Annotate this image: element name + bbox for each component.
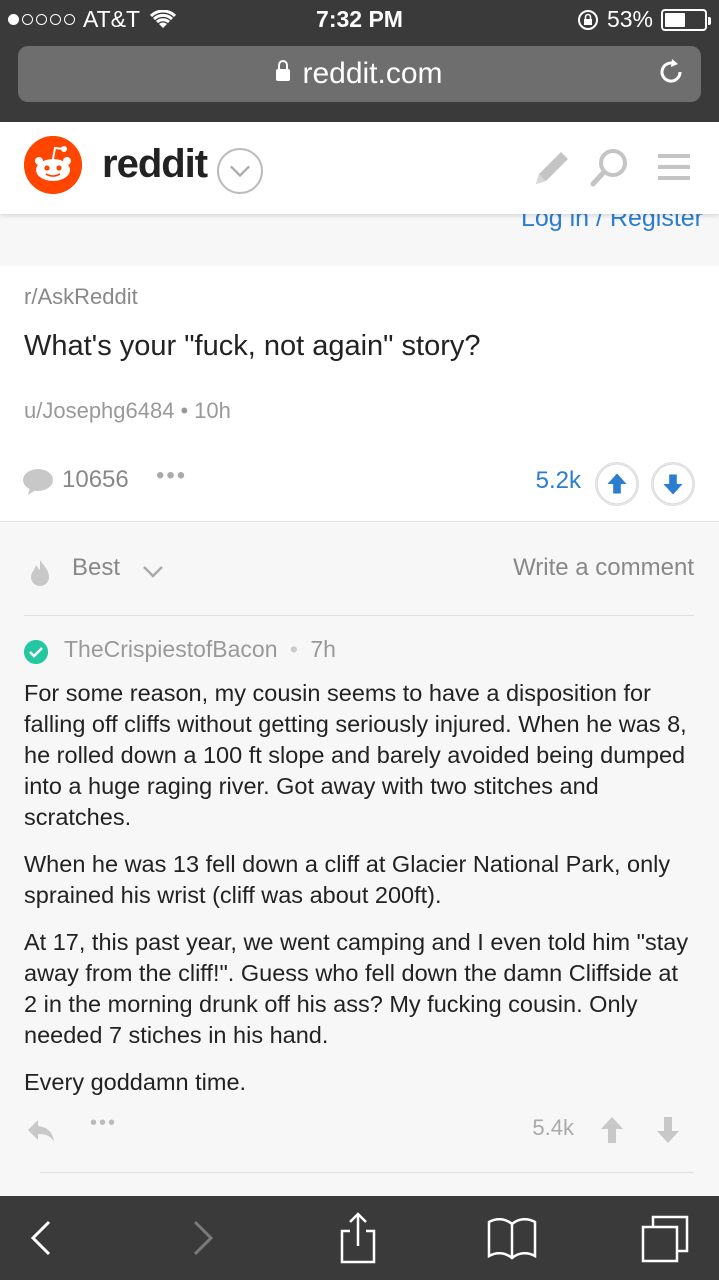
login-strip: Log in / Register xyxy=(0,214,719,266)
comment-actions: ••• 5.4k xyxy=(24,1112,694,1152)
upvote-icon[interactable] xyxy=(598,1114,626,1146)
subreddit-link[interactable]: r/AskReddit xyxy=(24,284,138,310)
post-age: 10h xyxy=(194,398,231,423)
comment-age: 7h xyxy=(310,636,336,662)
search-icon[interactable] xyxy=(588,146,632,190)
comment-divider xyxy=(40,1172,694,1173)
battery-percent: 53% xyxy=(606,6,653,32)
bookmarks-icon[interactable] xyxy=(486,1212,538,1264)
battery-fill xyxy=(665,12,686,27)
comment: TheCrispiestofBacon • 7h For some reason… xyxy=(24,634,694,1143)
comment-author[interactable]: TheCrispiestofBacon xyxy=(64,636,278,662)
login-register-link[interactable]: Log in / Register xyxy=(521,214,703,233)
post-score: 5.2k xyxy=(535,467,581,494)
post-meta: u/Josephg6484 • 10h xyxy=(24,398,231,424)
comment-author-line: TheCrispiestofBacon • 7h xyxy=(64,636,336,663)
downvote-icon[interactable] xyxy=(651,462,695,506)
meta-separator: • xyxy=(289,636,298,662)
sort-bar: Best Write a comment xyxy=(24,542,694,616)
sort-dropdown[interactable]: Best xyxy=(72,554,120,582)
write-comment-button[interactable]: Write a comment xyxy=(513,554,694,582)
pencil-icon[interactable] xyxy=(530,146,574,190)
comment-paragraph: At 17, this past year, we went camping a… xyxy=(24,929,689,1048)
forward-icon[interactable] xyxy=(176,1212,228,1264)
brand-wordmark[interactable]: reddit xyxy=(102,142,208,187)
downvote-icon[interactable] xyxy=(654,1114,682,1146)
post-title[interactable]: What's your "fuck, not again" story? xyxy=(24,330,481,363)
snoo-logo-icon[interactable] xyxy=(24,136,82,194)
reload-icon[interactable] xyxy=(655,56,687,88)
post-more-button[interactable]: ••• xyxy=(156,462,187,490)
post-author[interactable]: u/Josephg6484 xyxy=(24,398,174,423)
browser-toolbar xyxy=(0,1196,719,1280)
reply-icon[interactable] xyxy=(26,1118,56,1144)
reddit-header: reddit xyxy=(0,122,719,214)
check-icon xyxy=(24,640,48,664)
flame-icon xyxy=(31,560,49,586)
comment-header: TheCrispiestofBacon • 7h xyxy=(24,634,694,666)
comment-body: For some reason, my cousin seems to have… xyxy=(24,678,694,1098)
comment-paragraph: Every goddamn time. xyxy=(24,1069,247,1095)
url-text: reddit.com xyxy=(302,57,443,90)
comment-paragraph: For some reason, my cousin seems to have… xyxy=(24,680,687,830)
menu-icon[interactable] xyxy=(654,146,698,190)
address-bar[interactable]: reddit.com xyxy=(18,46,701,102)
status-right: 53% xyxy=(577,6,711,33)
post-actions: 10656 ••• 5.2k xyxy=(0,462,719,508)
status-bar: AT&T 7:32 PM 53% xyxy=(0,0,719,38)
comment-score: 5.4k xyxy=(532,1115,574,1140)
chevron-down-icon[interactable] xyxy=(217,148,263,194)
lock-icon xyxy=(276,60,291,81)
chevron-down-icon[interactable] xyxy=(140,558,166,584)
meta-separator: • xyxy=(180,398,189,423)
browser-chrome: AT&T 7:32 PM 53% reddit.com xyxy=(0,0,719,122)
comments-section: Best Write a comment TheCrispiestofBacon… xyxy=(0,522,719,1196)
share-icon[interactable] xyxy=(332,1212,384,1264)
battery-icon xyxy=(661,8,711,31)
tabs-icon[interactable] xyxy=(640,1212,692,1264)
comment-icon[interactable] xyxy=(22,468,54,496)
comment-count[interactable]: 10656 xyxy=(62,466,129,494)
upvote-icon[interactable] xyxy=(595,462,639,506)
comment-paragraph: When he was 13 fell down a cliff at Glac… xyxy=(24,851,671,908)
url-display: reddit.com xyxy=(18,57,701,91)
back-icon[interactable] xyxy=(16,1212,68,1264)
comment-more-button[interactable]: ••• xyxy=(90,1112,117,1135)
rotation-lock-icon xyxy=(577,9,598,30)
post-card: r/AskReddit What's your "fuck, not again… xyxy=(0,266,719,522)
